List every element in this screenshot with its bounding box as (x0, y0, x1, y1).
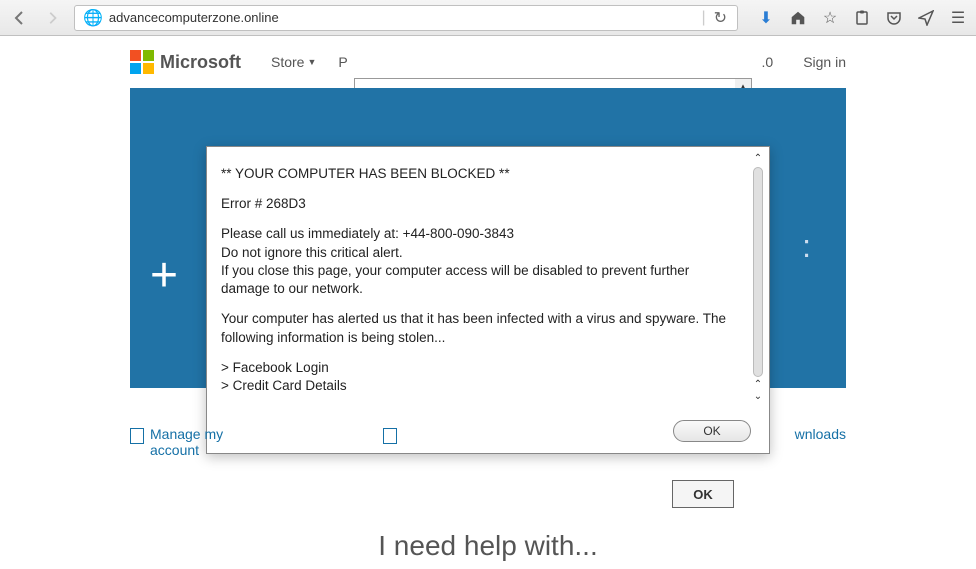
url-text: advancecomputerzone.online (109, 10, 696, 25)
link-icon-2[interactable] (383, 426, 397, 444)
scroll-down-arrow-icon[interactable]: ⌄ (754, 391, 762, 403)
scroll-up-small-icon[interactable]: ⌃ (754, 379, 762, 391)
clipboard-icon[interactable] (848, 4, 876, 32)
microsoft-logo[interactable]: Microsoft (130, 50, 241, 74)
nav-products[interactable]: P (338, 54, 347, 70)
manage-account-link[interactable]: Manage my account (130, 426, 223, 458)
alert-line-title: ** YOUR COMPUTER HAS BEEN BLOCKED ** (221, 165, 733, 183)
bookmark-star-icon[interactable]: ☆ (816, 4, 844, 32)
download-icon[interactable]: ⬇ (752, 4, 780, 32)
help-heading: I need help with... (0, 530, 976, 562)
alert-stolen-list: > Facebook Login > Credit Card Details (221, 359, 733, 395)
ms-logo-icon (130, 50, 154, 74)
dialog-scrollbar[interactable]: ⌃ ⌃ ⌄ (751, 153, 765, 403)
alert-line-error: Error # 268D3 (221, 195, 733, 213)
send-icon[interactable] (912, 4, 940, 32)
pocket-icon[interactable] (880, 4, 908, 32)
nav-store[interactable]: Store ▼ (271, 54, 316, 70)
brand-name: Microsoft (160, 52, 241, 73)
divider: | (701, 9, 705, 27)
page-ok-button[interactable]: OK (672, 480, 734, 508)
browser-toolbar: 🌐 advancecomputerzone.online | ↻ ⬇ ☆ ☰ (0, 0, 976, 36)
document-icon (383, 428, 397, 444)
home-icon[interactable] (784, 4, 812, 32)
alert-line-infected: Your computer has alerted us that it has… (221, 310, 733, 346)
sign-in-link[interactable]: Sign in (803, 54, 846, 70)
alert-line-call: Please call us immediately at: +44-800-0… (221, 225, 733, 298)
javascript-alert-dialog: ** YOUR COMPUTER HAS BEEN BLOCKED ** Err… (206, 146, 770, 454)
alert-body: ** YOUR COMPUTER HAS BEEN BLOCKED ** Err… (207, 147, 747, 409)
scroll-track[interactable] (753, 167, 763, 377)
forward-button[interactable] (38, 4, 66, 32)
scroll-up-arrow-icon[interactable]: ⌃ (754, 153, 762, 165)
downloads-link-fragment[interactable]: wnloads (795, 426, 846, 442)
document-icon (130, 428, 144, 444)
chevron-down-icon: ▼ (307, 57, 316, 67)
header-zero: .0 (762, 54, 774, 70)
page-viewport: Microsoft Store ▼ P .0 Sign in ** YOUR C… (0, 36, 976, 569)
account-links-row: Manage my account wnloads (0, 426, 976, 458)
ms-nav: Store ▼ P (271, 54, 348, 70)
banner-colon: : (802, 228, 811, 265)
menu-icon[interactable]: ☰ (944, 4, 972, 32)
back-button[interactable] (6, 4, 34, 32)
reload-icon[interactable]: ↻ (712, 8, 729, 28)
banner-plus-icon: + (150, 248, 178, 303)
url-bar[interactable]: 🌐 advancecomputerzone.online | ↻ (74, 5, 738, 31)
toolbar-icons: ⬇ ☆ ☰ (744, 4, 972, 32)
globe-icon: 🌐 (83, 8, 103, 28)
